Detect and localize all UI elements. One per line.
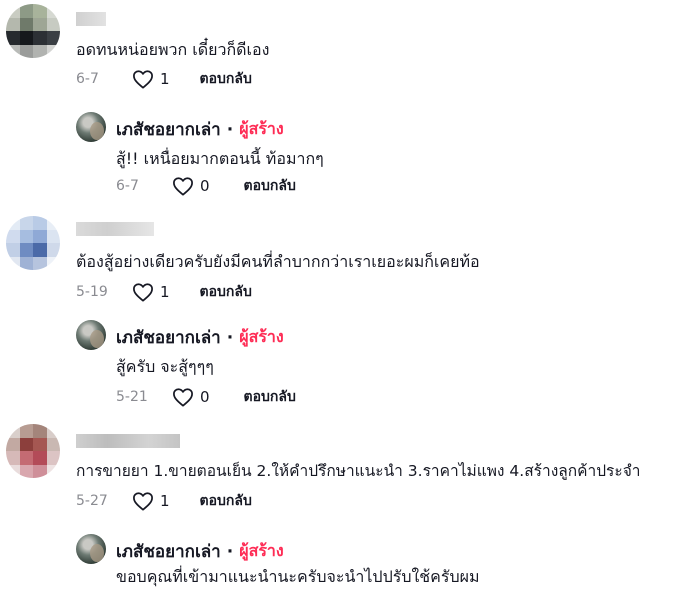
like-count: 0 — [200, 388, 210, 406]
reply-meta: 5-21 0 ตอบกลับ — [116, 386, 296, 408]
heart-outline-icon — [133, 70, 153, 89]
reply-author-line: เภสัชอยากเล่า · ผู้สร้าง — [116, 538, 284, 565]
avatar[interactable] — [6, 216, 60, 270]
reply-button[interactable]: ตอบกลับ — [200, 68, 252, 90]
heart-outline-icon — [133, 283, 153, 302]
comment-text: ต้องสู้อย่างเดียวครับยังมีคนที่ลำบากกว่า… — [76, 252, 480, 271]
author-name[interactable]: เภสัชอยากเล่า — [116, 324, 221, 351]
creator-badge: ผู้สร้าง — [239, 119, 284, 138]
creator-avatar[interactable] — [76, 112, 106, 142]
reply-date: 5-21 — [116, 389, 148, 405]
comment-meta: 5-19 1 ตอบกลับ — [76, 281, 252, 303]
avatar[interactable] — [6, 424, 60, 478]
avatar[interactable] — [6, 4, 60, 58]
reply-button[interactable]: ตอบกลับ — [200, 281, 252, 303]
comment-text: อดทนหน่อยพวก เดี๋ยวก็ดีเอง — [76, 40, 270, 59]
heart-outline-icon — [173, 388, 193, 407]
like-button[interactable]: 1 — [132, 491, 170, 511]
reply-meta: 6-7 0 ตอบกลับ — [116, 175, 296, 197]
commenter-name-blurred[interactable] — [76, 12, 106, 26]
creator-avatar[interactable] — [76, 534, 106, 564]
author-name[interactable]: เภสัชอยากเล่า — [116, 116, 221, 143]
like-button[interactable]: 0 — [172, 176, 210, 196]
heart-outline-icon — [173, 177, 193, 196]
separator-dot: · — [226, 541, 234, 562]
reply-button[interactable]: ตอบกลับ — [244, 175, 296, 197]
like-button[interactable]: 1 — [132, 69, 170, 89]
reply-author-line: เภสัชอยากเล่า · ผู้สร้าง — [116, 116, 284, 143]
reply-date: 6-7 — [116, 178, 139, 194]
like-count: 1 — [160, 492, 170, 510]
comment-date: 6-7 — [76, 71, 99, 87]
separator-dot: · — [226, 327, 234, 348]
separator-dot: · — [226, 119, 234, 140]
comment-date: 5-27 — [76, 493, 108, 509]
comment-text: การขายยา 1.ขายตอนเย็น 2.ให้คำปรึกษาแนะนำ… — [76, 462, 641, 480]
like-count: 0 — [200, 177, 210, 195]
commenter-name-blurred[interactable] — [76, 222, 154, 236]
like-button[interactable]: 1 — [132, 282, 170, 302]
like-button[interactable]: 0 — [172, 387, 210, 407]
creator-badge: ผู้สร้าง — [239, 327, 284, 346]
reply-author-line: เภสัชอยากเล่า · ผู้สร้าง — [116, 324, 284, 351]
creator-avatar[interactable] — [76, 320, 106, 350]
comment-meta: 5-27 1 ตอบกลับ — [76, 490, 252, 512]
reply-button[interactable]: ตอบกลับ — [244, 386, 296, 408]
creator-badge: ผู้สร้าง — [239, 541, 284, 560]
heart-outline-icon — [133, 492, 153, 511]
comment-date: 5-19 — [76, 284, 108, 300]
reply-text: สู้ครับ จะสู้ๆๆๆ — [116, 357, 214, 376]
reply-button[interactable]: ตอบกลับ — [200, 490, 252, 512]
like-count: 1 — [160, 283, 170, 301]
comment-meta: 6-7 1 ตอบกลับ — [76, 68, 252, 90]
commenter-name-blurred[interactable] — [76, 434, 180, 448]
author-name[interactable]: เภสัชอยากเล่า — [116, 538, 221, 565]
like-count: 1 — [160, 70, 170, 88]
reply-text: ขอบคุณที่เข้ามาแนะนำนะครับจะนำไปปรับใช้ค… — [116, 567, 480, 586]
reply-text: สู้!! เหนื่อยมากตอนนี้ ท้อมากๆ — [116, 149, 324, 168]
